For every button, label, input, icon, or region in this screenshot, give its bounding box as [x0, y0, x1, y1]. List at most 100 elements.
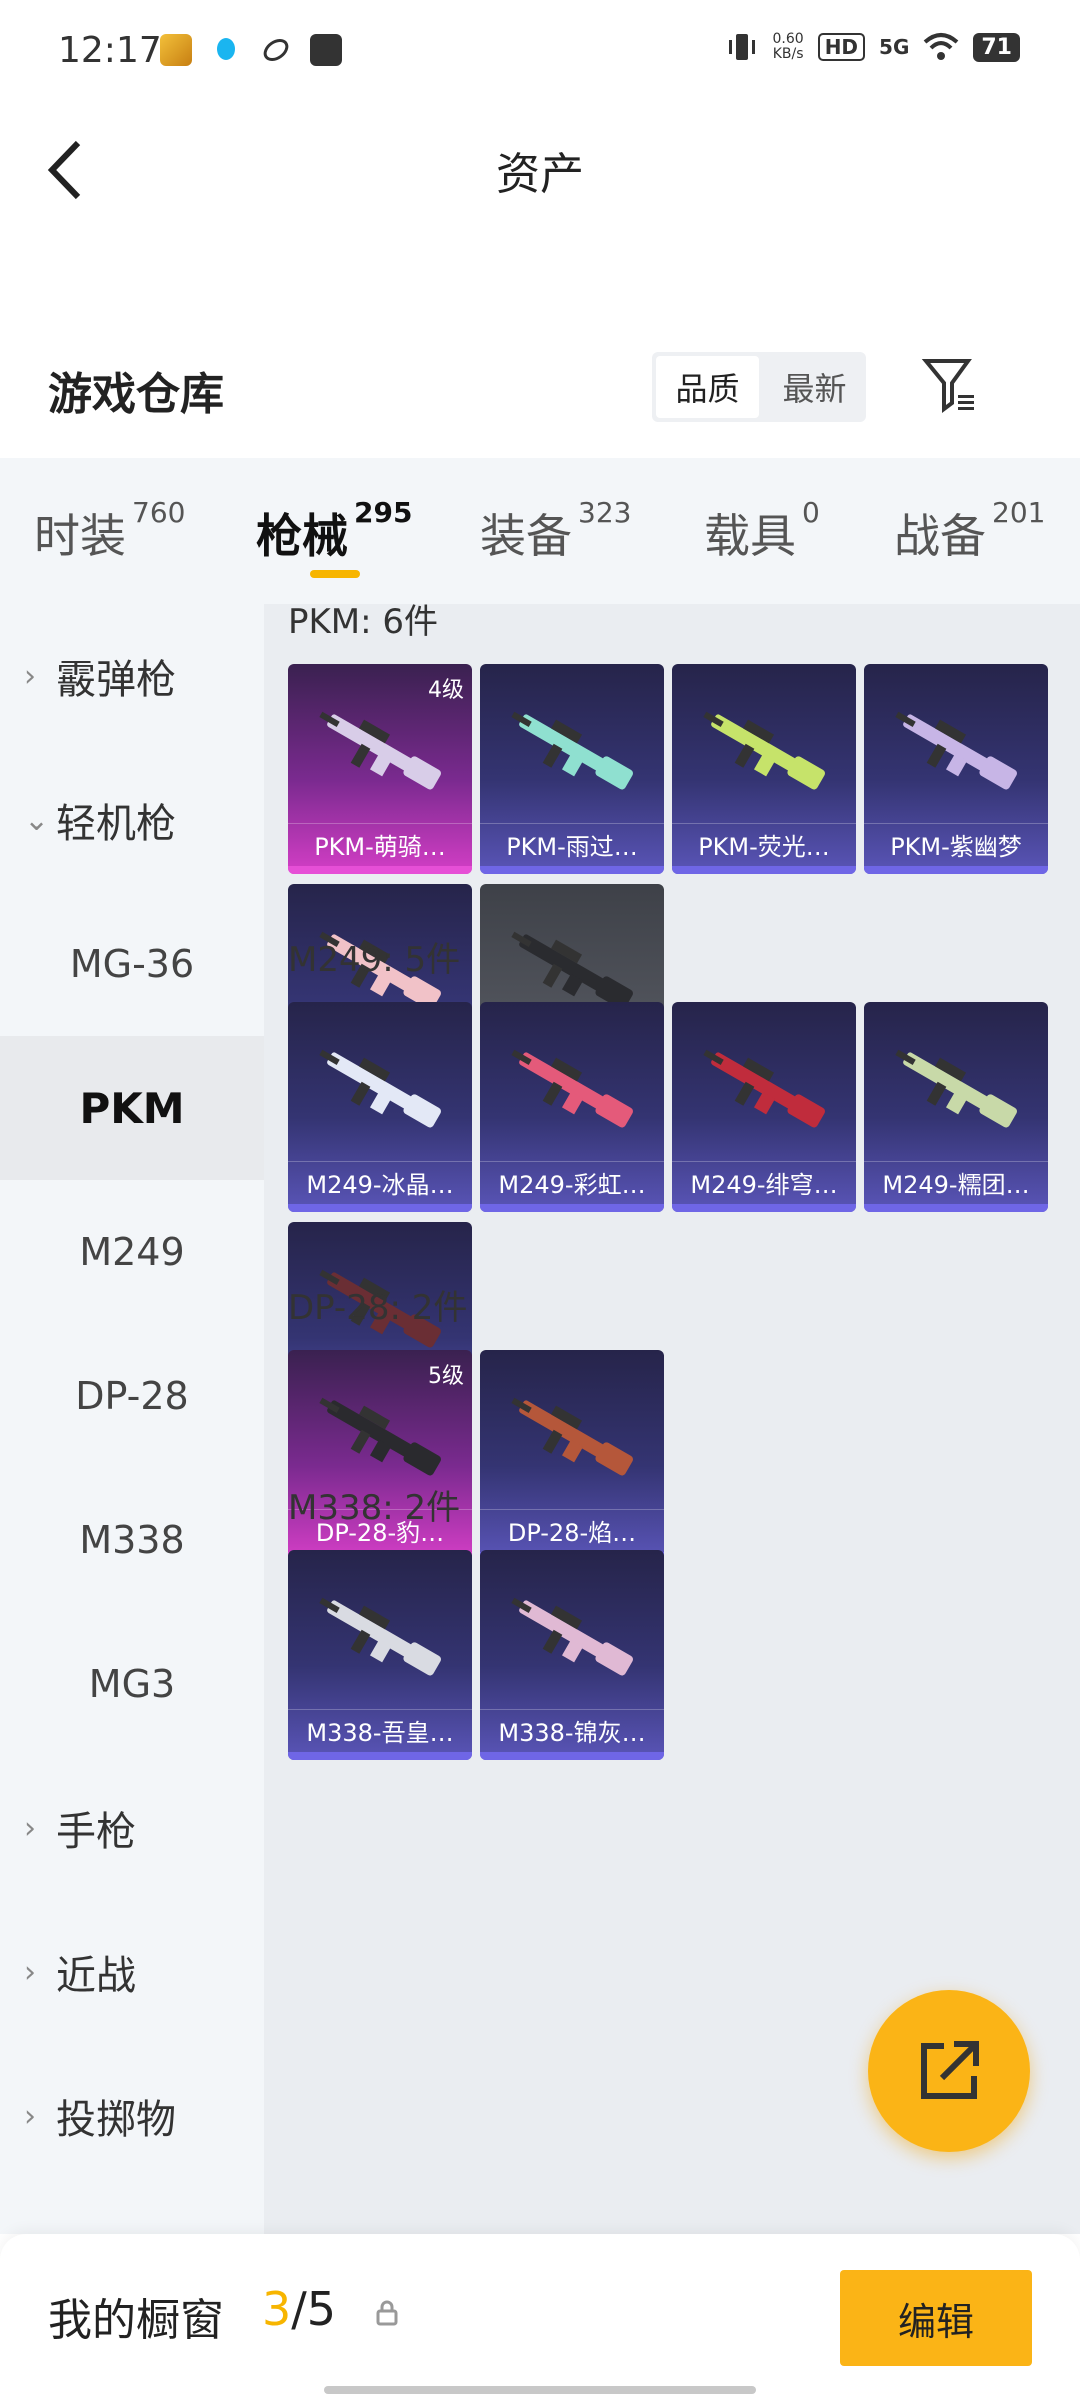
weapon-skin-card[interactable]: M249-绯穹…: [672, 1002, 856, 1212]
weapon-skin-name: PKM-萌骑…: [288, 823, 472, 864]
weapon-skin-card[interactable]: M249-彩虹…: [480, 1002, 664, 1212]
wifi-icon: [924, 33, 959, 60]
weapon-skin-name: M249-彩虹…: [480, 1161, 664, 1202]
group-label: M249: 5件: [288, 940, 461, 980]
rarity-strip: [672, 1204, 856, 1212]
filter-icon: [921, 359, 974, 413]
weapon-skin-name: PKM-紫幽梦: [864, 823, 1048, 864]
tab-supplies[interactable]: 战备 201: [894, 496, 1045, 566]
sidebar-item-melee[interactable]: › 近战: [0, 1900, 264, 2044]
group-label: M338: 2件: [288, 1488, 461, 1528]
signal-5g-icon: 5G: [879, 35, 910, 59]
rarity-strip: [288, 866, 472, 874]
gun-image: [511, 1597, 633, 1676]
sidebar-item-shotgun[interactable]: › 霰弹枪: [0, 604, 264, 748]
sidebar-item-mg3[interactable]: MG3: [0, 1612, 264, 1756]
tab-fashion[interactable]: 时装 760: [34, 496, 185, 566]
sidebar-item-dp28[interactable]: DP-28: [0, 1324, 264, 1468]
tab-equipment[interactable]: 装备 323: [480, 496, 631, 566]
weapon-skin-card[interactable]: M338-吾皇…: [288, 1550, 472, 1760]
level-badge: 5级: [428, 1364, 464, 1389]
sort-toggle: 品质 最新: [652, 352, 866, 422]
sidebar-item-mg36[interactable]: MG-36: [0, 892, 264, 1036]
gun-image: [895, 1049, 1017, 1128]
weapon-skin-name: M338-吾皇…: [288, 1709, 472, 1750]
rarity-strip: [288, 1752, 472, 1760]
weapon-skin-name: DP-28-焰…: [480, 1509, 664, 1550]
weapon-skin-card[interactable]: M338-锦灰…: [480, 1550, 664, 1760]
gun-image: [895, 711, 1017, 790]
sidebar-item-m249[interactable]: M249: [0, 1180, 264, 1324]
sort-quality[interactable]: 品质: [656, 356, 759, 418]
sort-latest[interactable]: 最新: [763, 352, 866, 422]
chevron-right-icon: ›: [24, 2098, 36, 2134]
game-app-icon: [160, 34, 192, 66]
weapon-skin-name: M249-冰晶…: [288, 1161, 472, 1202]
edit-button[interactable]: 编辑: [840, 2270, 1032, 2366]
home-indicator[interactable]: [324, 2386, 756, 2394]
net-speed: 0.60 KB/s: [772, 31, 804, 62]
gun-image: [703, 711, 825, 790]
chevron-right-icon: ›: [24, 1954, 36, 1990]
sidebar-item-lmg[interactable]: ⌄ 轻机枪: [0, 748, 264, 892]
rarity-strip: [288, 1204, 472, 1212]
gun-image: [319, 1049, 441, 1128]
rarity-strip: [480, 1752, 664, 1760]
group-label: PKM: 6件: [288, 604, 439, 642]
gun-image: [511, 1049, 633, 1128]
showcase-count: 3/5: [262, 2282, 337, 2336]
notification-icons: [160, 34, 342, 66]
gun-image: [703, 1049, 825, 1128]
status-time: 12:17: [58, 30, 162, 71]
weapon-skin-card[interactable]: 4级 PKM-萌骑…: [288, 664, 472, 874]
lock-icon: [376, 2300, 398, 2326]
tab-vehicles[interactable]: 载具 0: [704, 496, 820, 566]
chevron-down-icon: ⌄: [24, 802, 50, 838]
sidebar-item-pistol[interactable]: › 手枪: [0, 1756, 264, 1900]
warehouse-title: 游戏仓库: [48, 369, 224, 420]
showcase-bar: 我的橱窗 3/5 编辑: [0, 2234, 1080, 2400]
weapon-skin-name: M249-糯团…: [864, 1161, 1048, 1202]
weapon-type-sidebar: › 霰弹枪 ⌄ 轻机枪 MG-36 PKM M249 DP-28 M338 MG3 …: [0, 604, 264, 2234]
weapon-skin-card[interactable]: M249-冰晶…: [288, 1002, 472, 1212]
filter-button[interactable]: [920, 355, 980, 415]
rarity-strip: [672, 866, 856, 874]
weapon-skin-name: PKM-雨过…: [480, 823, 664, 864]
link-app-icon: [260, 34, 292, 66]
weapon-skin-card[interactable]: DP-28-焰…: [480, 1350, 664, 1560]
active-tab-indicator: [310, 570, 360, 578]
rarity-strip: [480, 1204, 664, 1212]
vibrate-icon: [728, 34, 755, 60]
gun-image: [319, 711, 441, 790]
weapon-skin-card[interactable]: M249-糯团…: [864, 1002, 1048, 1212]
level-badge: 4级: [428, 678, 464, 703]
gun-image: [511, 711, 633, 790]
tab-guns[interactable]: 枪械 295: [256, 496, 412, 566]
share-button[interactable]: [868, 1990, 1030, 2152]
external-link-icon: [921, 2041, 979, 2099]
hd-icon: HD: [817, 33, 866, 61]
chevron-right-icon: ›: [24, 1810, 36, 1846]
page-title: 资产: [496, 149, 584, 200]
status-bar: 12:17 0.60 KB/s HD 5G 71: [0, 0, 1080, 100]
message-app-icon: [310, 34, 342, 66]
weapon-skin-card[interactable]: PKM-雨过…: [480, 664, 664, 874]
weapon-skin-name: PKM-荧光…: [672, 823, 856, 864]
gun-image: [511, 1397, 633, 1476]
weapon-skin-card[interactable]: PKM-紫幽梦: [864, 664, 1048, 874]
rarity-strip: [864, 866, 1048, 874]
showcase-label: 我的橱窗: [48, 2295, 224, 2346]
sidebar-item-throwable[interactable]: › 投掷物: [0, 2044, 264, 2188]
sidebar-item-m338[interactable]: M338: [0, 1468, 264, 1612]
system-status-icons: 0.60 KB/s HD 5G 71: [725, 30, 1020, 64]
weapon-skin-name: M249-绯穹…: [672, 1161, 856, 1202]
rarity-strip: [480, 866, 664, 874]
sidebar-item-pkm[interactable]: PKM: [0, 1036, 264, 1180]
qq-icon: [210, 34, 242, 66]
chevron-right-icon: ›: [24, 658, 36, 694]
gun-image: [319, 1597, 441, 1676]
weapon-skin-card[interactable]: PKM-荧光…: [672, 664, 856, 874]
rarity-strip: [864, 1204, 1048, 1212]
weapon-skin-name: M338-锦灰…: [480, 1709, 664, 1750]
battery-icon: 71: [973, 32, 1020, 62]
